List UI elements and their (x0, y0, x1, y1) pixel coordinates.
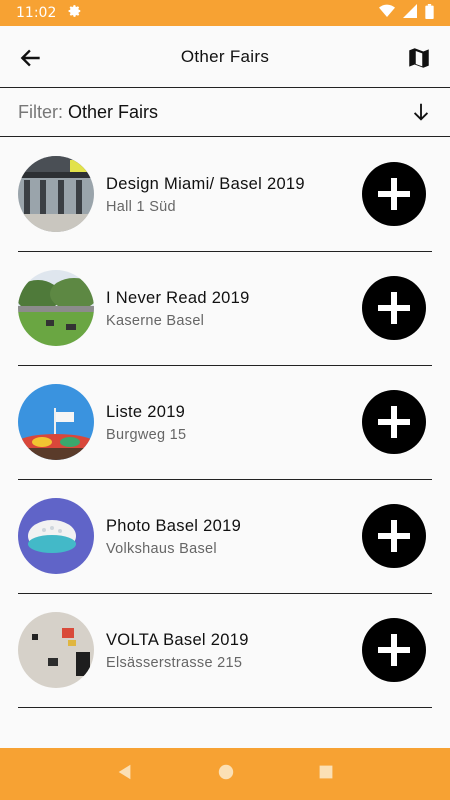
filter-value: Other Fairs (68, 102, 159, 122)
status-bar: 11:02 (0, 0, 450, 26)
settings-icon (68, 4, 82, 22)
fair-name: I Never Read 2019 (106, 289, 250, 307)
fair-location: Hall 1 Süd (106, 199, 176, 215)
fair-location: Burgweg 15 (106, 427, 187, 443)
map-icon[interactable] (406, 45, 432, 71)
add-button[interactable] (362, 390, 426, 454)
nav-recents-icon[interactable] (318, 764, 334, 785)
system-nav-bar (0, 748, 450, 800)
fair-name: Design Miami/ Basel 2019 (106, 175, 305, 193)
add-button[interactable] (362, 276, 426, 340)
filter-dropdown[interactable]: Filter: Other Fairs (0, 89, 450, 137)
fair-location: Elsässerstrasse 215 (106, 655, 243, 671)
filter-label: Filter: (18, 102, 63, 122)
fair-info: Design Miami/ Basel 2019 Hall 1 Süd (106, 175, 305, 215)
fair-location: Kaserne Basel (106, 313, 205, 329)
signal-icon (403, 4, 417, 22)
nav-home-icon[interactable] (217, 763, 235, 786)
fair-thumbnail (18, 498, 94, 574)
fair-name: Liste 2019 (106, 403, 186, 421)
fair-thumbnail (18, 612, 94, 688)
fair-list-item[interactable]: Design Miami/ Basel 2019 Hall 1 Süd (18, 138, 432, 252)
app-bar: Other Fairs (0, 26, 450, 88)
add-button[interactable] (362, 618, 426, 682)
arrow-down-icon[interactable] (410, 101, 432, 123)
fair-list-item[interactable]: I Never Read 2019 Kaserne Basel (18, 252, 432, 366)
fair-list: Design Miami/ Basel 2019 Hall 1 Süd I Ne… (18, 138, 432, 708)
fair-location: Volkshaus Basel (106, 541, 217, 557)
wifi-icon (379, 4, 395, 22)
fair-list-item[interactable]: Photo Basel 2019 Volkshaus Basel (18, 480, 432, 594)
add-button[interactable] (362, 162, 426, 226)
fair-name: VOLTA Basel 2019 (106, 631, 249, 649)
add-button[interactable] (362, 504, 426, 568)
fair-info: I Never Read 2019 Kaserne Basel (106, 289, 250, 329)
fair-thumbnail (18, 270, 94, 346)
fair-info: Liste 2019 Burgweg 15 (106, 403, 186, 443)
fair-info: VOLTA Basel 2019 Elsässerstrasse 215 (106, 631, 249, 671)
fair-name: Photo Basel 2019 (106, 517, 242, 535)
status-time: 11:02 (16, 5, 57, 21)
fair-thumbnail (18, 384, 94, 460)
nav-back-icon[interactable] (116, 763, 134, 786)
battery-icon (425, 3, 434, 23)
fair-list-item[interactable]: Liste 2019 Burgweg 15 (18, 366, 432, 480)
fair-thumbnail (18, 156, 94, 232)
status-icons (379, 3, 434, 23)
page-title: Other Fairs (180, 46, 270, 66)
fair-list-item[interactable]: VOLTA Basel 2019 Elsässerstrasse 215 (18, 594, 432, 708)
fair-info: Photo Basel 2019 Volkshaus Basel (106, 517, 241, 557)
back-arrow-icon[interactable] (18, 45, 44, 71)
screen: 11:02 Other Fairs Filter: Other Fairs De… (0, 0, 450, 800)
